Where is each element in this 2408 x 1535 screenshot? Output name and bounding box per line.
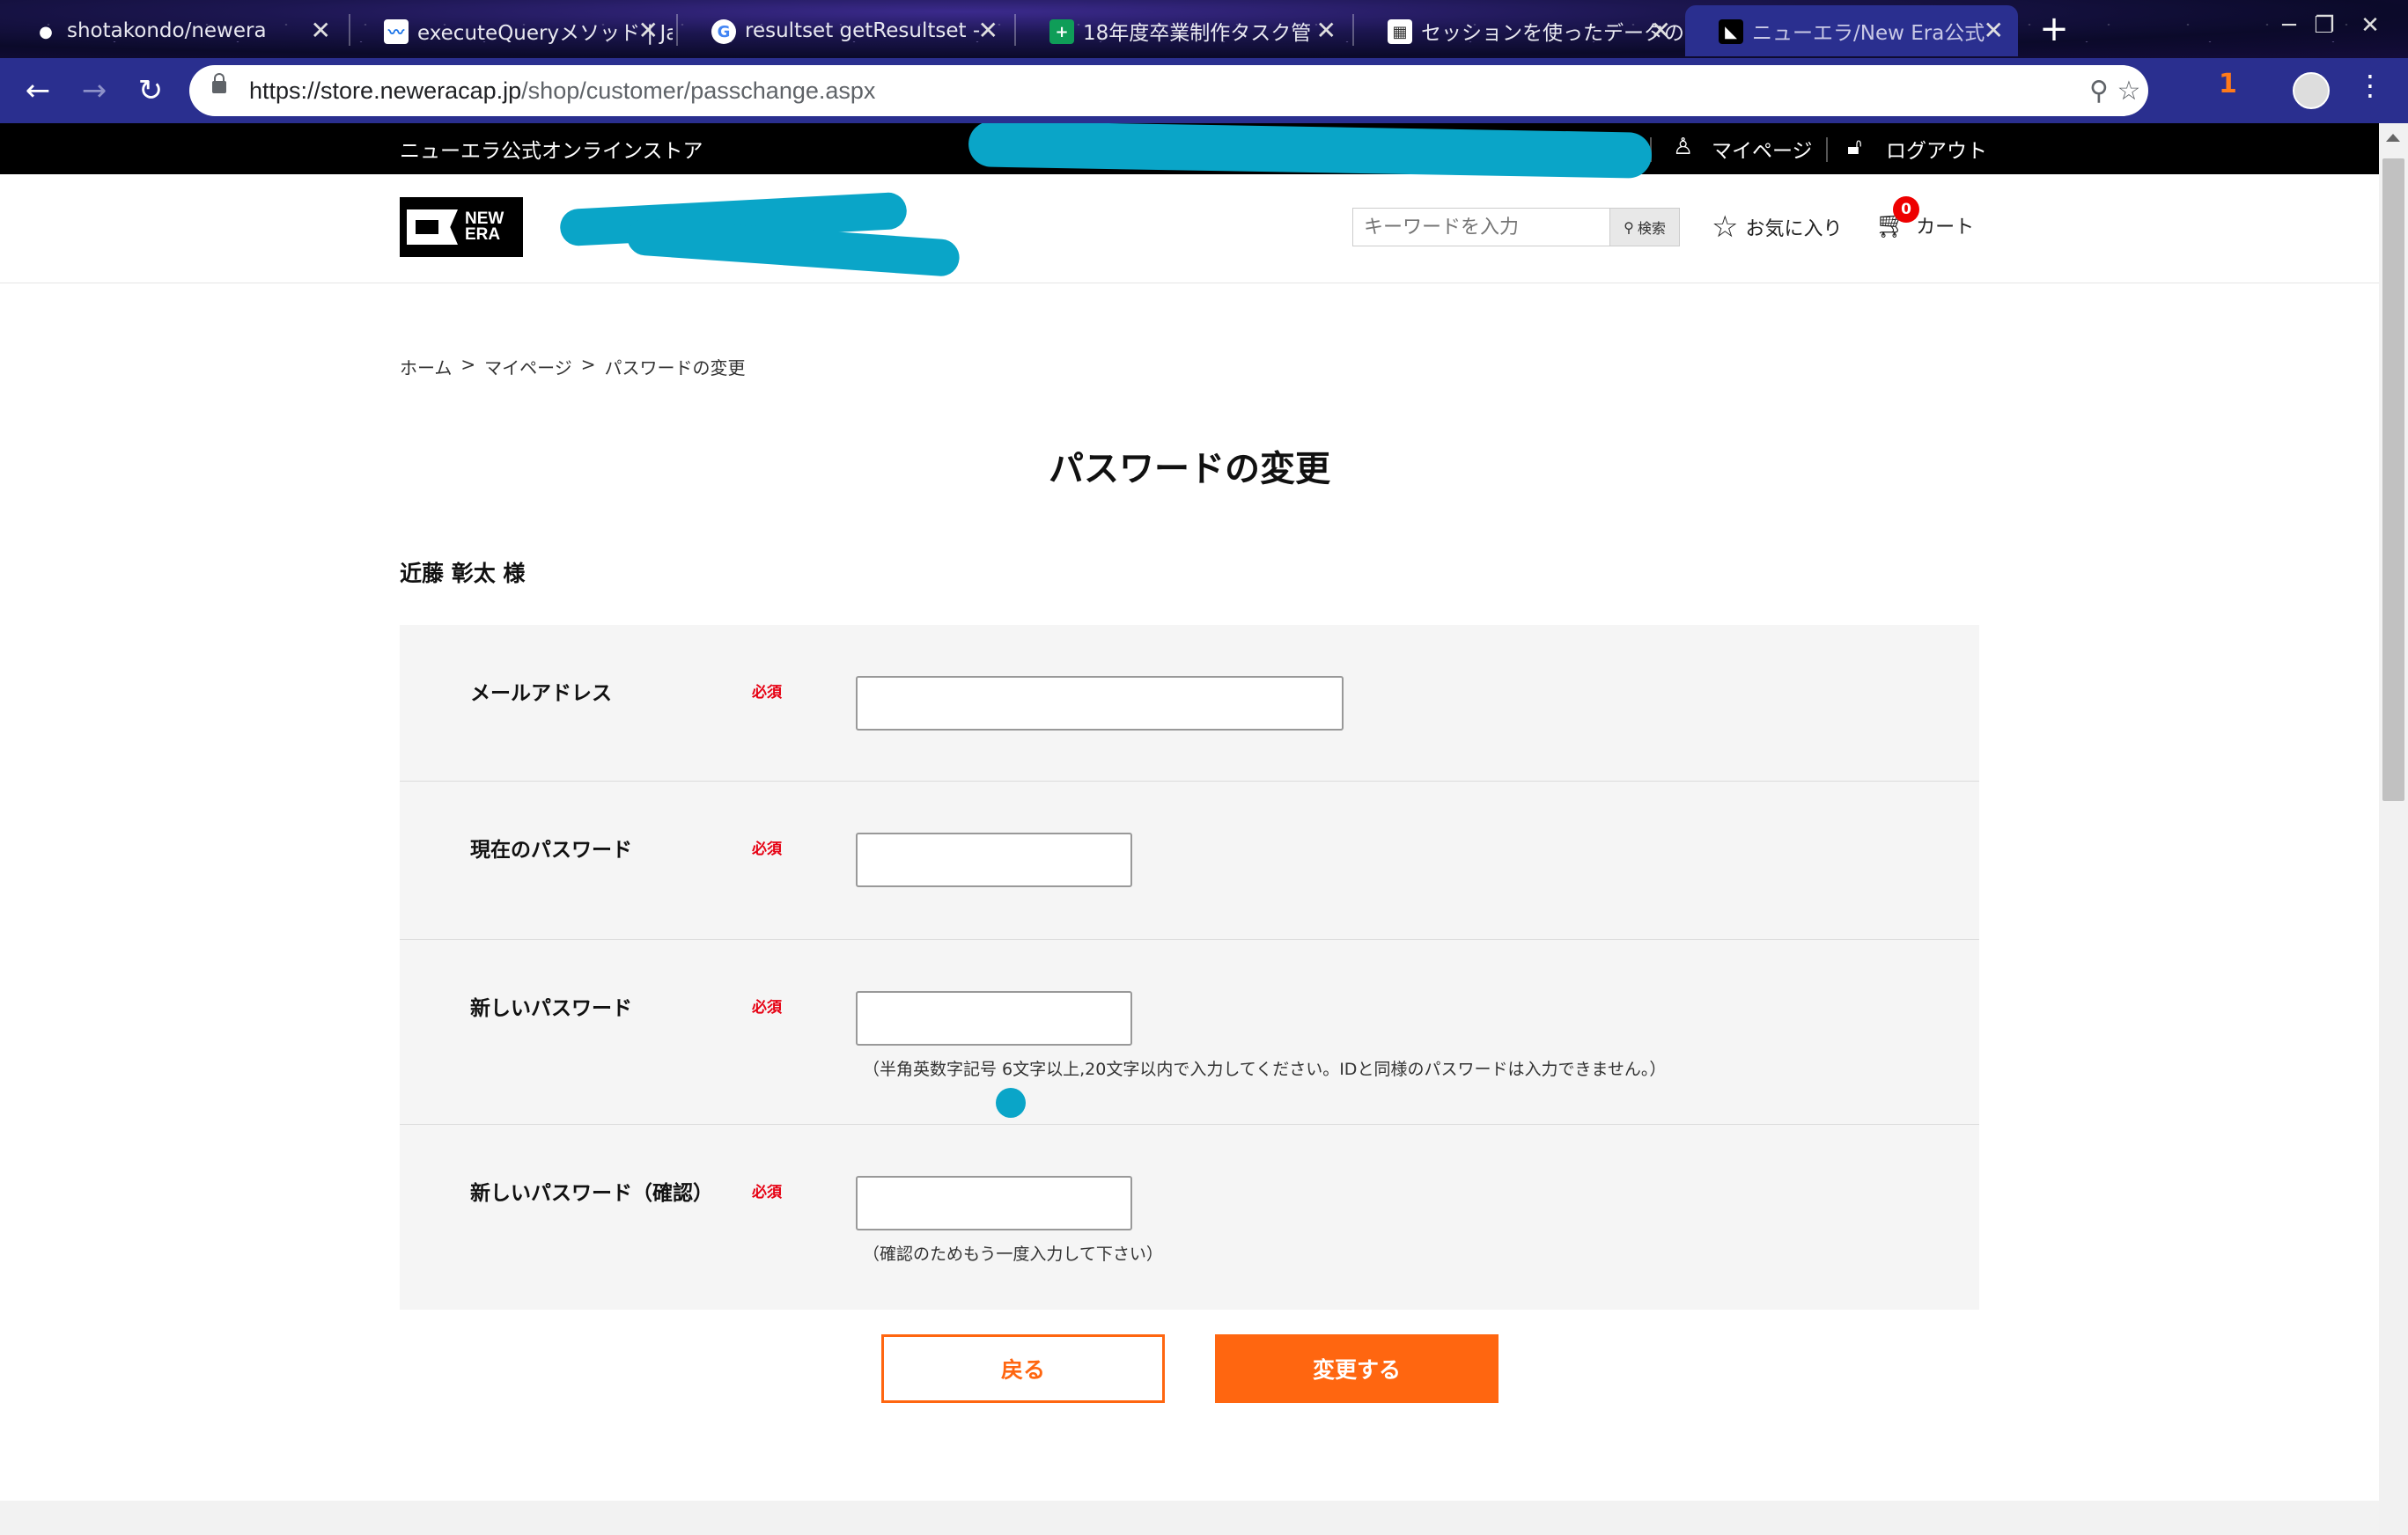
lock-icon	[212, 73, 226, 93]
cursor-indicator	[996, 1088, 1026, 1118]
page-viewport: ニューエラ公式オンラインストア ♙ マイページ 🔓︎ ログアウト NEW ERA …	[0, 123, 2379, 1535]
logout-link[interactable]: ログアウト	[1886, 134, 1987, 164]
back-arrow-icon[interactable]: ←	[16, 69, 60, 113]
reload-icon[interactable]: ↻	[129, 69, 173, 113]
unlock-icon: 🔓︎	[1847, 134, 1862, 160]
tab-title: executeQueryメソッド | Ja	[417, 22, 673, 45]
newera-logo[interactable]: NEW ERA	[400, 197, 523, 257]
profile-avatar[interactable]	[2293, 72, 2330, 109]
google-icon: G	[711, 19, 736, 44]
breadcrumb-home[interactable]: ホーム	[400, 354, 452, 379]
breadcrumb-separator: >	[460, 354, 476, 375]
required-badge: 必須	[752, 841, 782, 858]
zoom-icon[interactable]: ⚲	[2082, 74, 2116, 107]
site-header: NEWERA ⚲ 検索 ☆ お気に入り 🛒︎ カート 0	[0, 174, 2379, 283]
page-title: パスワードの変更	[1049, 449, 1330, 489]
browser-tab-strip: ● shotakondo/newera ✕ 〰 executeQueryメソッド…	[0, 0, 2408, 58]
cart-label: カート	[1916, 216, 1975, 239]
favorites-label: お気に入り	[1745, 218, 1843, 240]
browser-tab[interactable]: G resultset getResultset - ✕	[678, 5, 1013, 56]
confirm-password-field[interactable]	[856, 1176, 1132, 1230]
new-password-hint: （半角英数字記号 6文字以上,20文字以内で入力してください。IDと同様のパスワ…	[863, 1060, 1667, 1079]
browser-tab[interactable]: ▦ セッションを使ったデータの ✕	[1354, 5, 1685, 56]
search-input[interactable]	[1352, 208, 1609, 246]
tab-title: セッションを使ったデータの	[1421, 22, 1684, 45]
tab-title: resultset getResultset -	[745, 19, 981, 42]
newera-icon: ◣	[1719, 19, 1743, 44]
extension-badge[interactable]: 1	[2219, 69, 2237, 99]
tab-title: ニューエラ/New Era公式	[1752, 22, 1985, 45]
grid-icon: ▦	[1388, 19, 1412, 44]
cart-count-badge: 0	[1893, 196, 1919, 223]
new-tab-button[interactable]: +	[2034, 9, 2074, 49]
close-icon[interactable]: ✕	[311, 16, 331, 45]
current-password-row: 現在のパスワード 必須	[400, 782, 1979, 940]
divider	[1826, 137, 1828, 162]
browser-toolbar: ← → ↻ https://store.neweracap.jp/shop/cu…	[0, 58, 2408, 123]
github-icon: ●	[39, 22, 53, 41]
new-password-label: 新しいパスワード	[470, 997, 632, 1020]
browser-tab-active[interactable]: ◣ ニューエラ/New Era公式 ✕	[1685, 5, 2018, 56]
forward-arrow-icon[interactable]: →	[72, 69, 116, 113]
search-button-label: 検索	[1637, 220, 1666, 237]
confirm-password-row: 新しいパスワード（確認） 必須 （確認のためもう一度入力して下さい）	[400, 1125, 1979, 1310]
email-field[interactable]	[856, 676, 1344, 731]
window-close-icon[interactable]: ✕	[2335, 5, 2405, 46]
bookmark-star-icon[interactable]: ☆	[2112, 74, 2146, 107]
kebab-menu-icon[interactable]: ⋮	[2356, 69, 2384, 102]
url-path: /shop/customer/passchange.aspx	[521, 77, 876, 104]
confirm-password-hint: （確認のためもう一度入力して下さい）	[863, 1245, 1163, 1264]
required-badge: 必須	[752, 999, 782, 1017]
email-row: メールアドレス 必須	[400, 625, 1979, 782]
required-badge: 必須	[752, 684, 782, 701]
scrollbar-thumb[interactable]	[2382, 158, 2404, 801]
browser-tab[interactable]: ● shotakondo/newera ✕	[0, 5, 345, 56]
url-text: https://store.neweracap.jp/shop/customer…	[249, 77, 875, 105]
search-button[interactable]: ⚲ 検索	[1609, 208, 1680, 246]
logo-text-bottom: ERA	[465, 225, 501, 244]
confirm-password-label: 新しいパスワード（確認）	[470, 1182, 713, 1205]
breadcrumb-current: パスワードの変更	[604, 357, 746, 378]
search-form: ⚲ 検索	[1352, 208, 1680, 246]
tab-title: 18年度卒業制作タスク管	[1083, 22, 1312, 45]
mypage-link[interactable]: マイページ	[1712, 134, 1813, 164]
close-icon[interactable]: ✕	[978, 16, 998, 45]
close-icon[interactable]: ✕	[638, 16, 659, 45]
close-icon[interactable]: ✕	[1316, 16, 1337, 45]
email-label: メールアドレス	[470, 682, 612, 705]
submit-button[interactable]: 変更する	[1215, 1334, 1499, 1403]
user-icon: ♙	[1673, 134, 1694, 160]
address-bar[interactable]: https://store.neweracap.jp/shop/customer…	[189, 65, 2148, 116]
breadcrumb-mypage[interactable]: マイページ	[484, 354, 572, 379]
favorites-link[interactable]: ☆ お気に入り	[1712, 209, 1843, 245]
footer	[0, 1501, 2379, 1535]
browser-tab[interactable]: + 18年度卒業制作タスク管 ✕	[1016, 5, 1351, 56]
close-icon[interactable]: ✕	[1651, 16, 1671, 45]
vertical-scrollbar[interactable]	[2379, 123, 2408, 1535]
cart-link[interactable]: 🛒︎ カート	[1875, 209, 1974, 240]
password-change-form: メールアドレス 必須 現在のパスワード 必須 新しいパスワード 必須 （半角英数…	[400, 625, 1979, 1310]
sheets-icon: +	[1049, 19, 1074, 44]
logo-text: NEW ERA	[465, 210, 504, 244]
close-icon[interactable]: ✕	[1984, 16, 2004, 45]
search-icon: ⚲	[1624, 218, 1634, 236]
breadcrumb-separator: >	[580, 354, 596, 375]
new-password-row: 新しいパスワード 必須 （半角英数字記号 6文字以上,20文字以内で入力してくだ…	[400, 940, 1979, 1125]
store-name: ニューエラ公式オンラインストア	[400, 140, 703, 163]
customer-name: 近藤 彰太 様	[400, 561, 526, 586]
new-password-field[interactable]	[856, 991, 1132, 1046]
newera-flag-icon	[407, 209, 458, 245]
tab-title: shotakondo/newera	[67, 19, 267, 42]
browser-tab[interactable]: 〰 executeQueryメソッド | Ja ✕	[350, 5, 673, 56]
scroll-up-icon[interactable]	[2386, 134, 2400, 142]
current-password-field[interactable]	[856, 833, 1132, 887]
breadcrumb: ホーム > マイページ > パスワードの変更	[400, 354, 746, 379]
url-host: https://store.neweracap.jp	[249, 77, 522, 104]
star-icon: ☆	[1712, 209, 1739, 245]
back-button[interactable]: 戻る	[881, 1334, 1165, 1403]
required-badge: 必須	[752, 1184, 782, 1201]
current-password-label: 現在のパスワード	[470, 839, 632, 862]
chart-icon: 〰	[384, 19, 409, 44]
